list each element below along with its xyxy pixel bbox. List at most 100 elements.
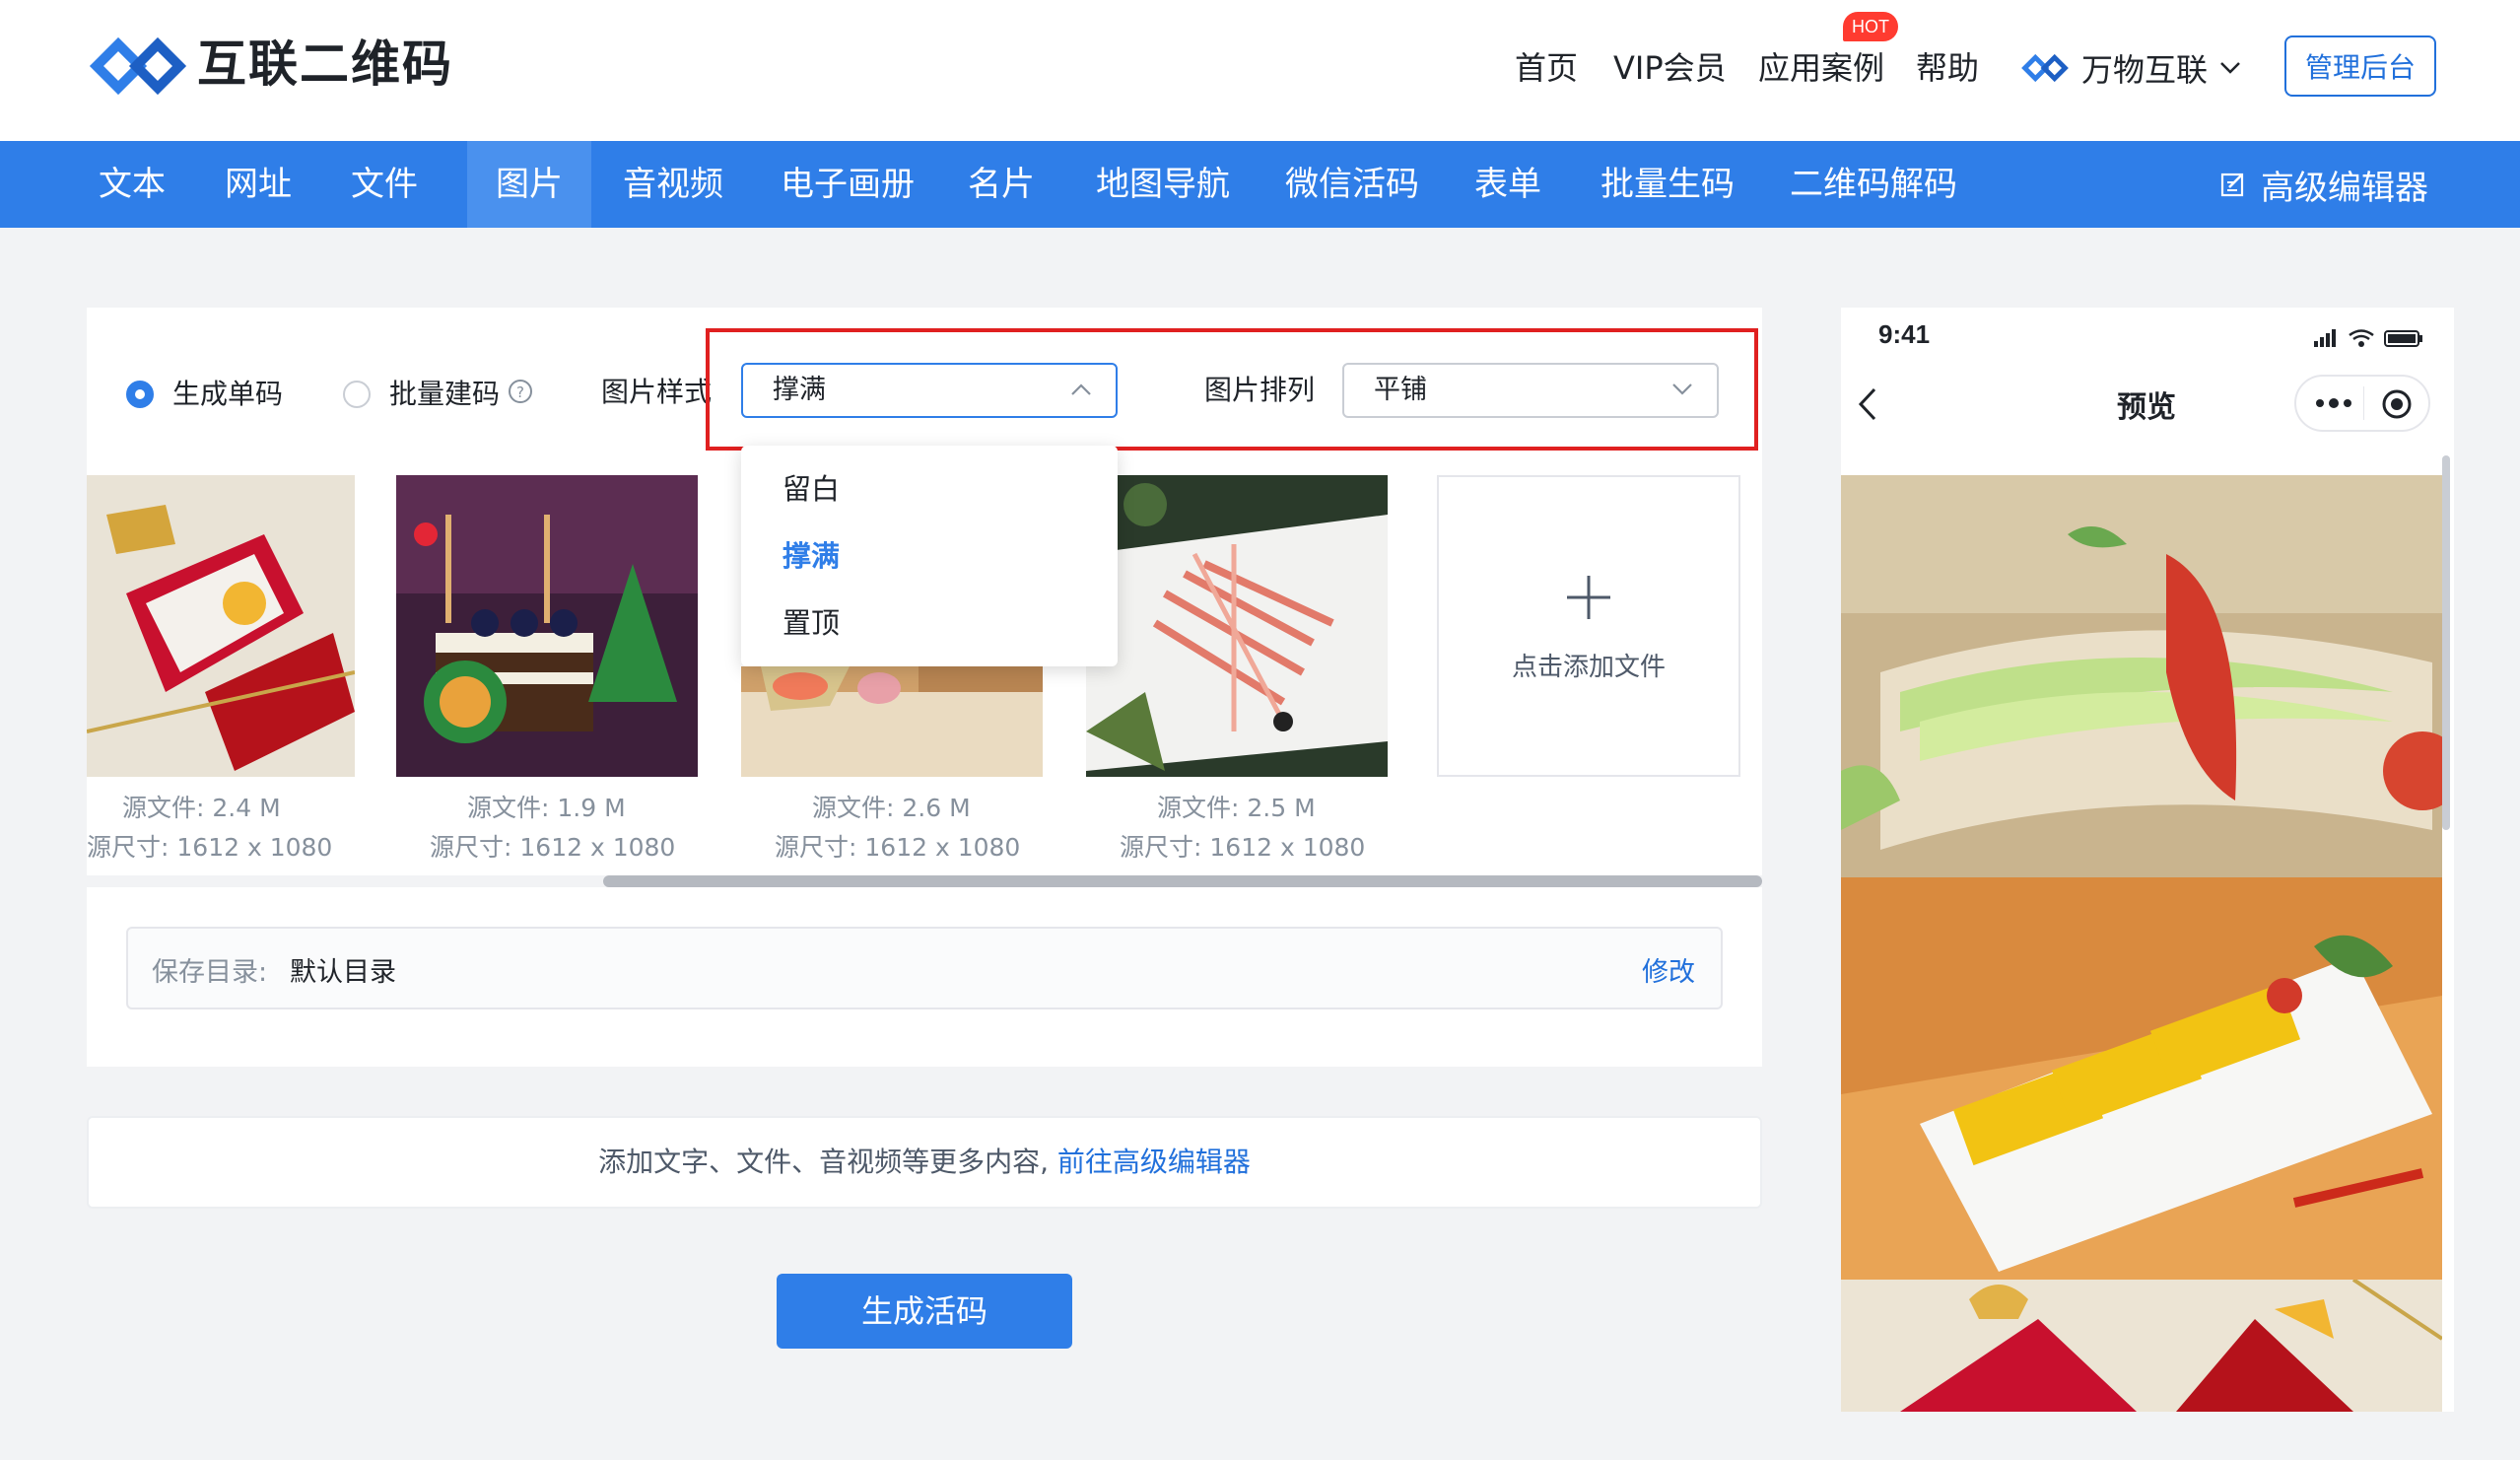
modify-link[interactable]: 修改 (1642, 950, 1695, 989)
svg-text:?: ? (516, 383, 524, 401)
nav-vip[interactable]: VIP会员 (1613, 43, 1727, 93)
file-meta-1: 源文件: 2.4 M (122, 789, 281, 828)
file-dim-label: 源尺寸: (430, 833, 512, 862)
radio-batch-code[interactable] (343, 381, 371, 408)
more-dots-icon[interactable] (2314, 394, 2353, 412)
help-icon[interactable]: ? (508, 379, 533, 404)
close-circle-icon[interactable] (2379, 386, 2415, 422)
tab-card[interactable]: 名片 (968, 141, 1035, 228)
tab-batch[interactable]: 批量生码 (1601, 141, 1735, 228)
preview-scrollbar[interactable] (2442, 455, 2450, 830)
tab-map[interactable]: 地图导航 (1096, 141, 1230, 228)
image-thumbnail-3[interactable] (741, 666, 1043, 777)
file-meta-4: 源文件: 2.5 M (1157, 789, 1316, 828)
tab-url[interactable]: 网址 (205, 141, 311, 228)
file-dim-label: 源尺寸: (1120, 833, 1202, 862)
apple-toast-photo (1841, 475, 2442, 877)
salmon-toast-photo (741, 666, 1043, 777)
preview-image-2 (1841, 877, 2442, 1280)
logo-text[interactable]: 互联二维码 (197, 30, 453, 99)
preview-image-3 (1841, 1280, 2442, 1412)
tab-audio-video[interactable]: 音视频 (623, 141, 723, 228)
advanced-editor-link[interactable]: 高级编辑器 (2219, 141, 2428, 228)
capsule-divider (2363, 386, 2364, 420)
chevron-down-icon (2220, 62, 2240, 74)
horizontal-scrollbar[interactable] (603, 875, 1762, 887)
radio-single-code[interactable] (126, 381, 154, 408)
nav-help[interactable]: 帮助 (1916, 43, 1979, 93)
option-margin[interactable]: 留白 (741, 455, 1118, 522)
image-thumbnail-4[interactable] (1086, 475, 1388, 777)
file-size: 2.6 M (902, 794, 971, 822)
plus-icon (1567, 576, 1610, 619)
preview-title: 预览 (2117, 390, 2176, 425)
file-size: 1.9 M (557, 794, 626, 822)
file-meta-2: 源文件: 1.9 M (467, 789, 626, 828)
file-dim-1: 源尺寸: 1612 x 1080 (87, 828, 332, 868)
tab-image[interactable]: 图片 (467, 141, 591, 228)
advanced-editor-label: 高级编辑器 (2261, 168, 2428, 208)
file-size-label: 源文件: (122, 794, 205, 822)
admin-button[interactable]: 管理后台 (2284, 35, 2436, 97)
file-dim: 1612 x 1080 (864, 833, 1021, 862)
tab-text[interactable]: 文本 (79, 141, 185, 228)
file-dim-label: 源尺寸: (775, 833, 857, 862)
radio-single-label[interactable]: 生成单码 (172, 375, 283, 414)
image-thumbnail-1[interactable] (87, 475, 355, 777)
file-size: 2.4 M (212, 794, 281, 822)
nav-cases[interactable]: 应用案例 (1758, 43, 1884, 93)
dessert-photo (87, 475, 355, 777)
image-style-value: 撑满 (773, 375, 826, 405)
tip-text: 添加文字、文件、音视频等更多内容, (598, 1146, 1049, 1178)
add-file-button[interactable]: 点击添加文件 (1437, 475, 1740, 777)
brand-dropdown[interactable]: 万物互联 (2020, 43, 2241, 93)
save-directory-box: 保存目录: 默认目录 修改 (126, 927, 1723, 1009)
image-arrange-value: 平铺 (1374, 375, 1427, 405)
advanced-tip-bar: 添加文字、文件、音视频等更多内容, 前往高级编辑器 (87, 1116, 1762, 1209)
image-style-select[interactable]: 撑满 (741, 363, 1118, 418)
tip-editor-link[interactable]: 前往高级编辑器 (1057, 1146, 1251, 1178)
dessert-photo-preview (1841, 1280, 2442, 1412)
option-fill[interactable]: 撑满 (741, 522, 1118, 590)
tab-wechat[interactable]: 微信活码 (1285, 141, 1419, 228)
logo-icon[interactable] (89, 30, 187, 103)
nav-home[interactable]: 首页 (1515, 43, 1578, 93)
tab-file[interactable]: 文件 (331, 141, 438, 228)
file-dim-3: 源尺寸: 1612 x 1080 (775, 828, 1020, 868)
file-size-label: 源文件: (812, 794, 895, 822)
radio-batch-label[interactable]: 批量建码 (389, 375, 500, 414)
back-icon[interactable] (1857, 386, 1878, 422)
preview-image-1 (1841, 475, 2442, 877)
option-top[interactable]: 置顶 (741, 590, 1118, 657)
file-size: 2.5 M (1247, 794, 1316, 822)
pumpkin-cake-photo (1841, 877, 2442, 1280)
file-dim-2: 源尺寸: 1612 x 1080 (430, 828, 675, 868)
status-time: 9:41 (1878, 319, 1931, 349)
file-dim: 1612 x 1080 (1209, 833, 1366, 862)
tab-ebook[interactable]: 电子画册 (781, 141, 915, 228)
tab-decode[interactable]: 二维码解码 (1790, 141, 1957, 228)
file-meta-3: 源文件: 2.6 M (812, 789, 971, 828)
save-dir-value: 默认目录 (290, 957, 396, 988)
edit-icon (2220, 173, 2244, 197)
image-style-dropdown: 留白 撑满 置顶 (741, 446, 1118, 666)
image-arrange-label: 图片排列 (1204, 374, 1316, 406)
file-size-label: 源文件: (1157, 794, 1240, 822)
image-arrange-select[interactable]: 平铺 (1342, 363, 1719, 418)
file-dim: 1612 x 1080 (519, 833, 676, 862)
file-dim-label: 源尺寸: (87, 833, 170, 862)
image-thumbnail-2[interactable] (396, 475, 698, 777)
chevron-up-icon (1071, 383, 1091, 395)
file-dim-4: 源尺寸: 1612 x 1080 (1120, 828, 1365, 868)
save-dir-label: 保存目录: (152, 957, 268, 988)
brand-logo-icon (2021, 53, 2069, 83)
generate-code-button[interactable]: 生成活码 (777, 1274, 1072, 1349)
chevron-down-icon (1672, 383, 1692, 395)
file-dim: 1612 x 1080 (176, 833, 333, 862)
mini-program-capsule (2294, 375, 2430, 432)
status-icons (2314, 329, 2422, 347)
seafood-platter-photo (1086, 475, 1388, 777)
christmas-cake-photo (396, 475, 698, 777)
tab-form[interactable]: 表单 (1474, 141, 1541, 228)
add-file-label: 点击添加文件 (1511, 653, 1666, 682)
